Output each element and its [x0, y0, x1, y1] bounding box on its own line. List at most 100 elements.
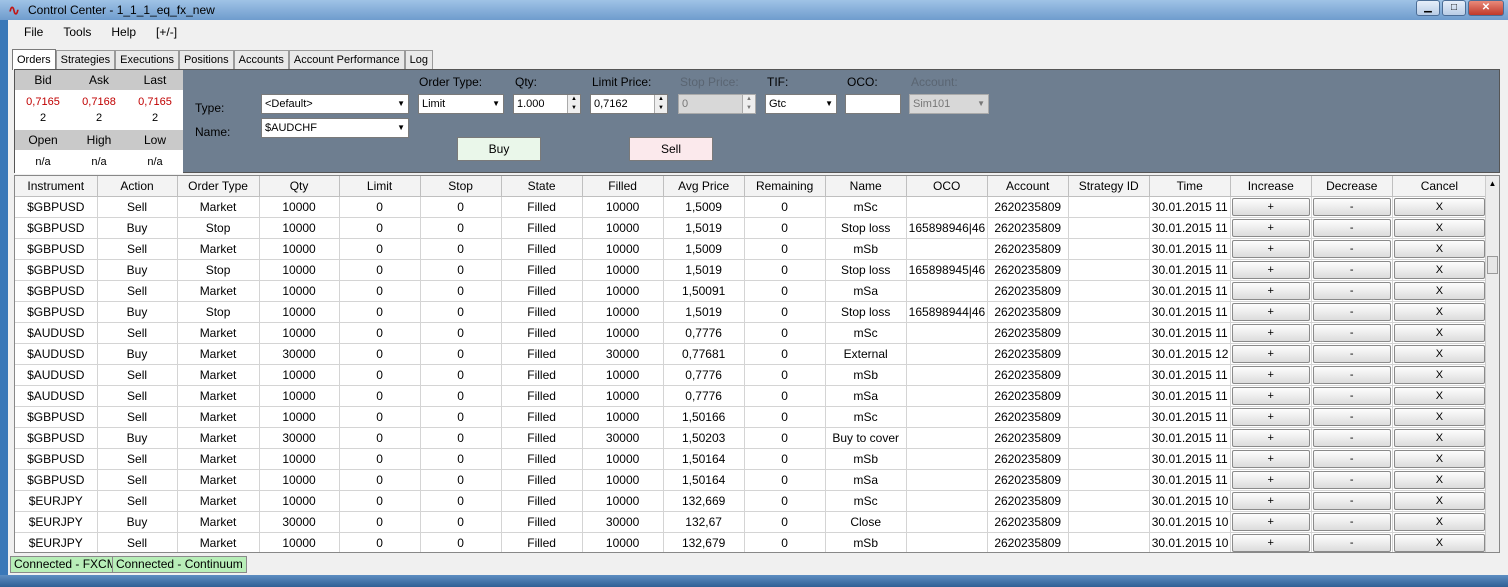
sell-button[interactable]: Sell	[629, 137, 713, 161]
cancel-button[interactable]: X	[1393, 386, 1485, 405]
increase-button[interactable]: +	[1231, 260, 1310, 279]
decrease-button[interactable]: -	[1312, 323, 1391, 342]
cancel-button[interactable]: X	[1393, 260, 1485, 279]
close-icon[interactable]: ✕	[1468, 0, 1504, 16]
decrease-button[interactable]: -	[1312, 449, 1391, 468]
tab-accounts[interactable]: Accounts	[233, 50, 289, 69]
increase-button[interactable]: +	[1231, 344, 1310, 363]
cancel-button[interactable]: X	[1393, 197, 1485, 216]
column-header[interactable]: Order Type	[177, 176, 260, 197]
spin-arrows-icon[interactable]: ▲ ▼	[742, 95, 755, 113]
buy-button[interactable]: Buy	[457, 137, 541, 161]
table-row[interactable]: $AUDUSD Buy Market 30000 0 0 Filled 30000 0,7768…	[15, 343, 1488, 365]
tab-positions[interactable]: Positions	[178, 50, 234, 69]
table-row[interactable]: $EURJPY Sell Market 10000 0 0 Filled 10000 132,6…	[15, 532, 1488, 552]
tab-executions[interactable]: Executions	[115, 50, 179, 69]
decrease-button[interactable]: -	[1312, 260, 1391, 279]
column-header[interactable]: Time	[1149, 176, 1231, 197]
increase-button[interactable]: +	[1231, 365, 1310, 384]
scroll-up-icon[interactable]: ▲	[1486, 176, 1499, 192]
cancel-button[interactable]: X	[1393, 365, 1485, 384]
column-header[interactable]: Limit	[339, 176, 421, 197]
vertical-scrollbar[interactable]: ▲	[1485, 176, 1499, 552]
scrollbar-thumb[interactable]	[1487, 256, 1498, 274]
decrease-button[interactable]: -	[1312, 407, 1391, 426]
increase-button[interactable]: +	[1231, 302, 1310, 321]
decrease-button[interactable]: -	[1312, 197, 1391, 216]
decrease-button[interactable]: -	[1312, 239, 1391, 258]
tab-strategies[interactable]: Strategies	[55, 50, 116, 69]
order-type-dropdown[interactable]: Limit ▼	[418, 94, 504, 114]
increase-button[interactable]: +	[1231, 470, 1310, 489]
increase-button[interactable]: +	[1231, 512, 1310, 531]
decrease-button[interactable]: -	[1312, 512, 1391, 531]
column-header[interactable]: Avg Price	[663, 176, 745, 197]
decrease-button[interactable]: -	[1312, 365, 1391, 384]
menu-help[interactable]: Help	[101, 20, 146, 44]
tab-log[interactable]: Log	[404, 50, 433, 69]
column-header[interactable]: Name	[825, 176, 907, 197]
column-header[interactable]: Strategy ID	[1068, 176, 1150, 197]
table-row[interactable]: $GBPUSD Sell Market 10000 0 0 Filled 10000 1,500…	[15, 280, 1488, 302]
cancel-button[interactable]: X	[1393, 239, 1485, 258]
minimize-icon[interactable]: ▁	[1416, 0, 1440, 16]
cancel-button[interactable]: X	[1393, 428, 1485, 447]
tab-account-performance[interactable]: Account Performance	[288, 50, 405, 69]
table-row[interactable]: $GBPUSD Buy Market 30000 0 0 Filled 30000 1,5020…	[15, 427, 1488, 449]
increase-button[interactable]: +	[1231, 386, 1310, 405]
name-dropdown[interactable]: $AUDCHF ▼	[261, 118, 409, 138]
menu-file[interactable]: File	[14, 20, 53, 44]
increase-button[interactable]: +	[1231, 491, 1310, 510]
increase-button[interactable]: +	[1231, 533, 1310, 552]
increase-button[interactable]: +	[1231, 197, 1310, 216]
table-row[interactable]: $GBPUSD Sell Market 10000 0 0 Filled 10000 1,501…	[15, 406, 1488, 428]
table-row[interactable]: $AUDUSD Sell Market 10000 0 0 Filled 10000 0,777…	[15, 364, 1488, 386]
cancel-button[interactable]: X	[1393, 407, 1485, 426]
increase-button[interactable]: +	[1231, 239, 1310, 258]
column-header[interactable]: Cancel	[1392, 176, 1488, 197]
qty-stepper[interactable]: 1.000 ▲ ▼	[513, 94, 581, 114]
stop-price-stepper[interactable]: 0 ▲ ▼	[678, 94, 756, 114]
table-row[interactable]: $GBPUSD Sell Market 10000 0 0 Filled 10000 1,501…	[15, 448, 1488, 470]
cancel-button[interactable]: X	[1393, 344, 1485, 363]
decrease-button[interactable]: -	[1312, 302, 1391, 321]
decrease-button[interactable]: -	[1312, 533, 1391, 552]
decrease-button[interactable]: -	[1312, 470, 1391, 489]
spin-arrows-icon[interactable]: ▲ ▼	[567, 95, 580, 113]
cancel-button[interactable]: X	[1393, 218, 1485, 237]
table-row[interactable]: $AUDUSD Sell Market 10000 0 0 Filled 10000 0,777…	[15, 385, 1488, 407]
menu-tools[interactable]: Tools	[53, 20, 101, 44]
account-dropdown[interactable]: Sim101 ▼	[909, 94, 989, 114]
column-header[interactable]: Qty	[259, 176, 340, 197]
type-dropdown[interactable]: <Default> ▼	[261, 94, 409, 114]
cancel-button[interactable]: X	[1393, 512, 1485, 531]
cancel-button[interactable]: X	[1393, 323, 1485, 342]
increase-button[interactable]: +	[1231, 323, 1310, 342]
column-header[interactable]: Account	[987, 176, 1069, 197]
column-header[interactable]: Remaining	[744, 176, 826, 197]
column-header[interactable]: Stop	[420, 176, 502, 197]
decrease-button[interactable]: -	[1312, 344, 1391, 363]
tab-orders[interactable]: Orders	[12, 49, 56, 70]
increase-button[interactable]: +	[1231, 281, 1310, 300]
tif-dropdown[interactable]: Gtc ▼	[765, 94, 837, 114]
menu-toggle[interactable]: [+/-]	[146, 20, 187, 44]
column-header[interactable]: Filled	[582, 176, 664, 197]
table-row[interactable]: $GBPUSD Buy Stop 10000 0 0 Filled 10000 1,5019 0 S…	[15, 301, 1488, 323]
table-row[interactable]: $EURJPY Buy Market 30000 0 0 Filled 30000 132,67…	[15, 511, 1488, 533]
table-row[interactable]: $GBPUSD Buy Stop 10000 0 0 Filled 10000 1,5019 0 S…	[15, 259, 1488, 281]
decrease-button[interactable]: -	[1312, 428, 1391, 447]
table-row[interactable]: $EURJPY Sell Market 10000 0 0 Filled 10000 132,6…	[15, 490, 1488, 512]
cancel-button[interactable]: X	[1393, 491, 1485, 510]
column-header[interactable]: Decrease	[1311, 176, 1393, 197]
increase-button[interactable]: +	[1231, 218, 1310, 237]
cancel-button[interactable]: X	[1393, 449, 1485, 468]
increase-button[interactable]: +	[1231, 407, 1310, 426]
column-header[interactable]: Action	[97, 176, 178, 197]
increase-button[interactable]: +	[1231, 428, 1310, 447]
decrease-button[interactable]: -	[1312, 218, 1391, 237]
decrease-button[interactable]: -	[1312, 491, 1391, 510]
decrease-button[interactable]: -	[1312, 281, 1391, 300]
column-header[interactable]: Instrument	[15, 176, 98, 197]
limit-price-stepper[interactable]: 0,7162 ▲ ▼	[590, 94, 668, 114]
